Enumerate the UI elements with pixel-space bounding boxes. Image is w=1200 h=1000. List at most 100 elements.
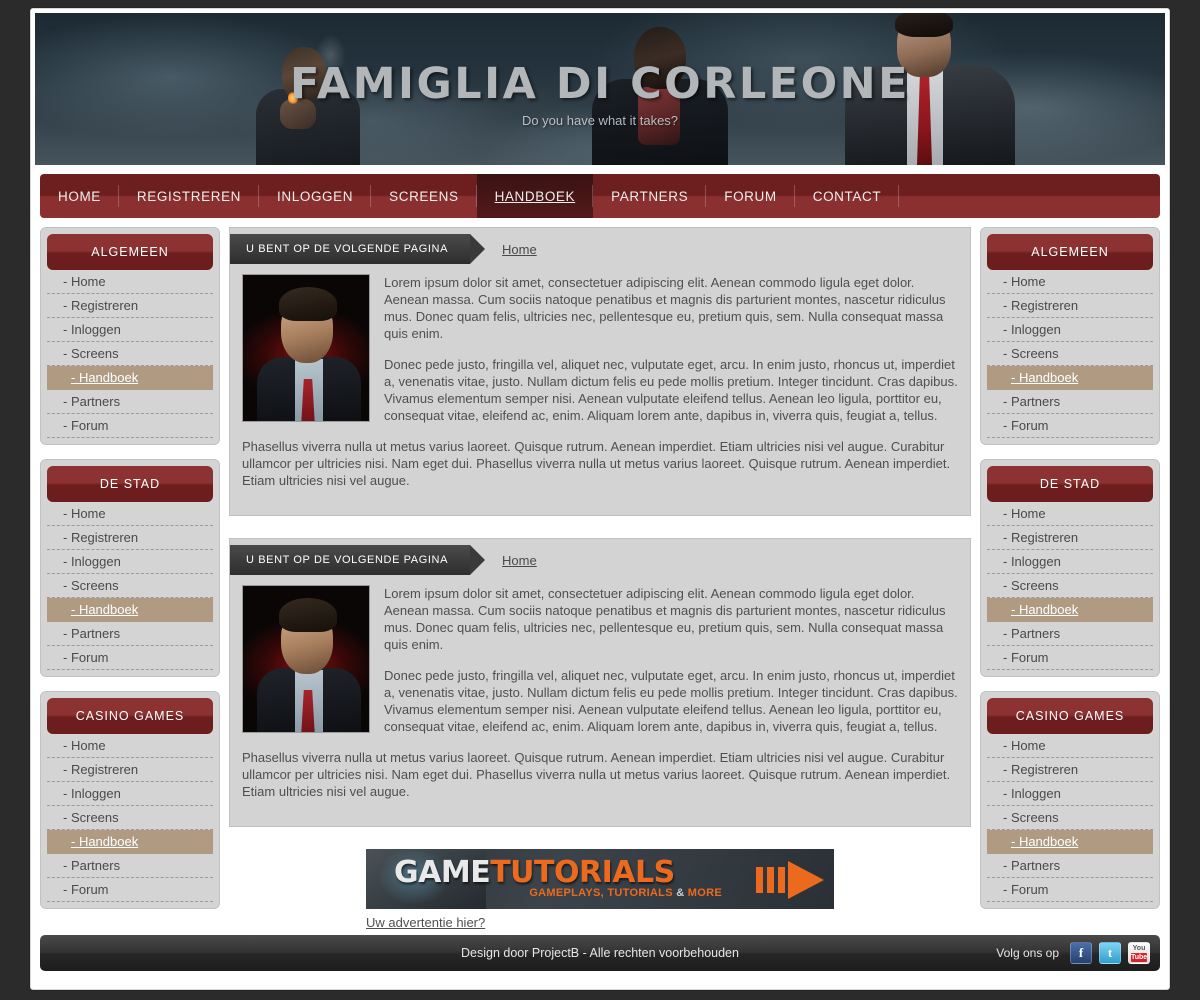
sidebar-item-partners[interactable]: - Partners [987, 622, 1153, 646]
sidebar-item-handboek[interactable]: - Handboek [47, 366, 213, 390]
nav-item-handboek[interactable]: HANDBOEK [476, 174, 594, 218]
content-panel: U BENT OP DE VOLGENDE PAGINA Home Lorem ip… [229, 227, 971, 516]
sidebar-item-forum[interactable]: - Forum [987, 646, 1153, 670]
sidebar-item-label: - Screens [63, 810, 119, 825]
nav-item-label: PARTNERS [611, 188, 689, 204]
nav-item-registreren[interactable]: REGISTREREN [119, 174, 260, 218]
sidebar-item-label: - Forum [63, 882, 109, 897]
sidebar-item-label: - Screens [1003, 810, 1059, 825]
sidebar-item-label: - Home [63, 738, 106, 753]
sidebar-list: - Home - Registreren - Inloggen - Screens - … [47, 502, 213, 670]
content-panel: U BENT OP DE VOLGENDE PAGINA Home Lorem ip… [229, 538, 971, 827]
right-sidebar: ALGEMEEN - Home - Registreren - Inloggen - S… [980, 227, 1160, 923]
breadcrumb-link[interactable]: Home [502, 553, 537, 568]
sidebar-item-home[interactable]: - Home [47, 502, 213, 526]
sidebar-item-handboek[interactable]: - Handboek [987, 830, 1153, 854]
sidebar-block-title: DE STAD [47, 466, 213, 502]
nav-item-partners[interactable]: PARTNERS [593, 174, 707, 218]
breadcrumb-link[interactable]: Home [502, 242, 537, 257]
sidebar-item-inloggen[interactable]: - Inloggen [987, 550, 1153, 574]
sidebar-item-label: - Inloggen [63, 554, 121, 569]
sidebar-item-inloggen[interactable]: - Inloggen [987, 782, 1153, 806]
youtube-icon[interactable]: You Tube [1128, 942, 1150, 964]
sidebar-item-forum[interactable]: - Forum [47, 414, 213, 438]
ad-placement-link[interactable]: Uw advertentie hier? [366, 915, 834, 930]
footer-follow-label: Volg ons op [996, 946, 1059, 960]
left-sidebar: ALGEMEEN - Home - Registreren - Inloggen - S… [40, 227, 220, 923]
sidebar-item-registreren[interactable]: - Registreren [987, 294, 1153, 318]
sidebar-item-label: - Forum [63, 418, 109, 433]
ad-arrow-icon [756, 861, 826, 899]
sidebar-item-screens[interactable]: - Screens [987, 806, 1153, 830]
sidebar-item-screens[interactable]: - Screens [987, 574, 1153, 598]
sidebar-item-screens[interactable]: - Screens [47, 574, 213, 598]
sidebar-item-label: - Registreren [63, 762, 139, 777]
sidebar-item-home[interactable]: - Home [987, 502, 1153, 526]
ad-title-part2: TUTORIALS [490, 855, 675, 890]
sidebar-item-registreren[interactable]: - Registreren [987, 526, 1153, 550]
sidebar-item-registreren[interactable]: - Registreren [47, 526, 213, 550]
sidebar-item-label: - Screens [1003, 346, 1059, 361]
sidebar-item-inloggen[interactable]: - Inloggen [47, 550, 213, 574]
sidebar-item-partners[interactable]: - Partners [47, 390, 213, 414]
nav-item-inloggen[interactable]: INLOGGEN [259, 174, 372, 218]
sidebar-item-label: - Screens [63, 578, 119, 593]
twitter-icon[interactable]: t [1099, 942, 1121, 964]
sidebar-item-label: - Inloggen [63, 786, 121, 801]
sidebar-item-partners[interactable]: - Partners [987, 854, 1153, 878]
sidebar-block-title: CASINO GAMES [987, 698, 1153, 734]
facebook-icon[interactable]: f [1070, 942, 1092, 964]
sidebar-item-label: - Inloggen [1003, 786, 1061, 801]
sidebar-item-forum[interactable]: - Forum [47, 878, 213, 902]
sidebar-item-label: - Screens [1003, 578, 1059, 593]
sidebar-item-registreren[interactable]: - Registreren [47, 758, 213, 782]
sidebar-item-forum[interactable]: - Forum [987, 414, 1153, 438]
nav-item-home[interactable]: HOME [40, 174, 119, 218]
sidebar-block-title: DE STAD [987, 466, 1153, 502]
sidebar-item-screens[interactable]: - Screens [47, 342, 213, 366]
sidebar-item-home[interactable]: - Home [47, 734, 213, 758]
sidebar-item-handboek[interactable]: - Handboek [47, 598, 213, 622]
sidebar-item-home[interactable]: - Home [987, 270, 1153, 294]
sidebar-item-label: - Registreren [63, 530, 139, 545]
ad-banner-gametutorials[interactable]: GAMETUTORIALS GAMEPLAYS, TUTORIALS & MOR… [366, 849, 834, 909]
sidebar-item-label: - Inloggen [1003, 554, 1061, 569]
sidebar-item-label: - Partners [1003, 626, 1061, 641]
youtube-icon-line1: You [1132, 945, 1146, 952]
sidebar-item-label: - Inloggen [63, 322, 121, 337]
sidebar-item-label: - Inloggen [1003, 322, 1061, 337]
sidebar-item-registreren[interactable]: - Registreren [47, 294, 213, 318]
sidebar-list: - Home - Registreren - Inloggen - Screens - … [987, 502, 1153, 670]
footer-copyright: Design door ProjectB - Alle rechten voor… [461, 946, 739, 960]
sidebar-item-label: - Partners [1003, 858, 1061, 873]
sidebar-item-partners[interactable]: - Partners [47, 854, 213, 878]
nav-item-forum[interactable]: FORUM [706, 174, 795, 218]
nav-item-label: INLOGGEN [277, 188, 354, 204]
nav-item-contact[interactable]: CONTACT [795, 174, 900, 218]
sidebar-item-forum[interactable]: - Forum [987, 878, 1153, 902]
panel-body: Lorem ipsum dolor sit amet, consectetuer… [230, 274, 970, 489]
sidebar-item-inloggen[interactable]: - Inloggen [987, 318, 1153, 342]
sidebar-item-home[interactable]: - Home [987, 734, 1153, 758]
sidebar-item-handboek[interactable]: - Handboek [987, 598, 1153, 622]
sidebar-item-partners[interactable]: - Partners [47, 622, 213, 646]
main-navigation: HOME REGISTREREN INLOGGEN SCREENS HANDBOEK PA… [40, 174, 1160, 218]
sidebar-item-partners[interactable]: - Partners [987, 390, 1153, 414]
sidebar-list: - Home - Registreren - Inloggen - Screens - … [47, 270, 213, 438]
sidebar-block-algemeen: ALGEMEEN - Home - Registreren - Inloggen - S… [40, 227, 220, 445]
nav-item-screens[interactable]: SCREENS [371, 174, 478, 218]
sidebar-item-inloggen[interactable]: - Inloggen [47, 782, 213, 806]
sidebar-item-inloggen[interactable]: - Inloggen [47, 318, 213, 342]
sidebar-item-home[interactable]: - Home [47, 270, 213, 294]
sidebar-item-screens[interactable]: - Screens [47, 806, 213, 830]
sidebar-item-label: - Handboek [71, 602, 139, 617]
sidebar-item-forum[interactable]: - Forum [47, 646, 213, 670]
sidebar-item-registreren[interactable]: - Registreren [987, 758, 1153, 782]
breadcrumb-banner-label: U BENT OP DE VOLGENDE PAGINA [230, 545, 486, 575]
site-tagline: Do you have what it takes? [521, 113, 679, 128]
sidebar-item-handboek[interactable]: - Handboek [47, 830, 213, 854]
content-paragraph-wide: Phasellus viverra nulla ut metus varius … [242, 750, 951, 799]
sidebar-item-label: - Home [1003, 506, 1046, 521]
sidebar-item-screens[interactable]: - Screens [987, 342, 1153, 366]
sidebar-item-handboek[interactable]: - Handboek [987, 366, 1153, 390]
